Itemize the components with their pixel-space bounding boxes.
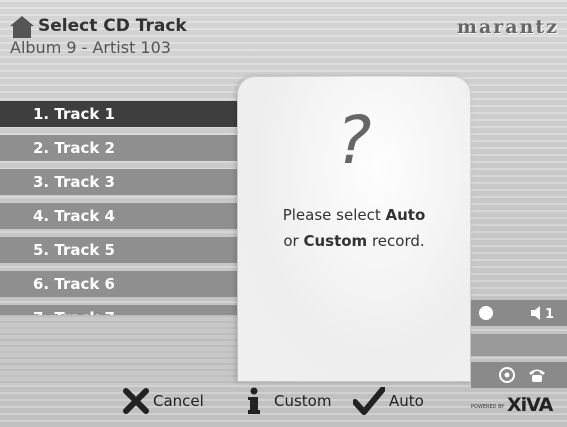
status-bar-top: 1: [471, 300, 567, 326]
custom-button[interactable]: Custom: [246, 386, 331, 416]
custom-label: Custom: [274, 392, 332, 410]
auto-label: Auto: [389, 392, 424, 410]
dialog-message: Please select Auto or Custom record.: [237, 202, 471, 254]
track-item[interactable]: 2. Track 2: [0, 135, 250, 161]
cd-track-screen: Select CD Track Album 9 - Artist 103 mar…: [0, 0, 567, 427]
status-bar-bottom: [471, 362, 567, 388]
album-subtitle: Album 9 - Artist 103: [10, 38, 171, 57]
xiva-logo: XiVA: [507, 394, 553, 416]
status-bar-middle: [471, 334, 567, 356]
volume-level: 1: [545, 307, 554, 321]
track-item[interactable]: 4. Track 4: [0, 203, 250, 229]
status-panel: 1 POWERED BY XiVA: [471, 300, 567, 427]
page-title: Select CD Track: [38, 16, 187, 36]
list-bottom-panel: [0, 315, 250, 385]
auto-button[interactable]: Auto: [353, 386, 424, 416]
info-icon: [248, 387, 260, 414]
cancel-label: Cancel: [153, 392, 204, 410]
track-item[interactable]: 3. Track 3: [0, 169, 250, 195]
track-item[interactable]: 5. Track 5: [0, 237, 250, 263]
record-indicator-icon: [479, 306, 493, 320]
track-item[interactable]: 1. Track 1: [0, 101, 250, 127]
disc-icon[interactable]: [499, 367, 515, 383]
message-line2-suffix: record.: [367, 232, 425, 250]
message-custom-word: Custom: [303, 232, 368, 250]
checkmark-icon: [353, 387, 385, 415]
speaker-icon[interactable]: 1: [531, 305, 561, 321]
message-line2-prefix: or: [283, 232, 304, 250]
record-mode-dialog: ? Please select Auto or Custom record.: [237, 76, 471, 382]
track-list: 1. Track 1 2. Track 2 3. Track 3 4. Trac…: [0, 101, 250, 339]
brand-logo: marantz: [456, 16, 559, 38]
x-icon: [123, 388, 149, 414]
phone-icon[interactable]: [527, 367, 547, 383]
message-auto-word: Auto: [385, 206, 426, 224]
cancel-button[interactable]: Cancel: [123, 386, 204, 416]
message-line1-prefix: Please select: [282, 206, 386, 224]
powered-by-label: POWERED BY: [471, 404, 505, 410]
question-mark-symbol: ?: [336, 102, 372, 179]
track-item[interactable]: 6. Track 6: [0, 271, 250, 297]
home-icon[interactable]: [10, 16, 34, 38]
